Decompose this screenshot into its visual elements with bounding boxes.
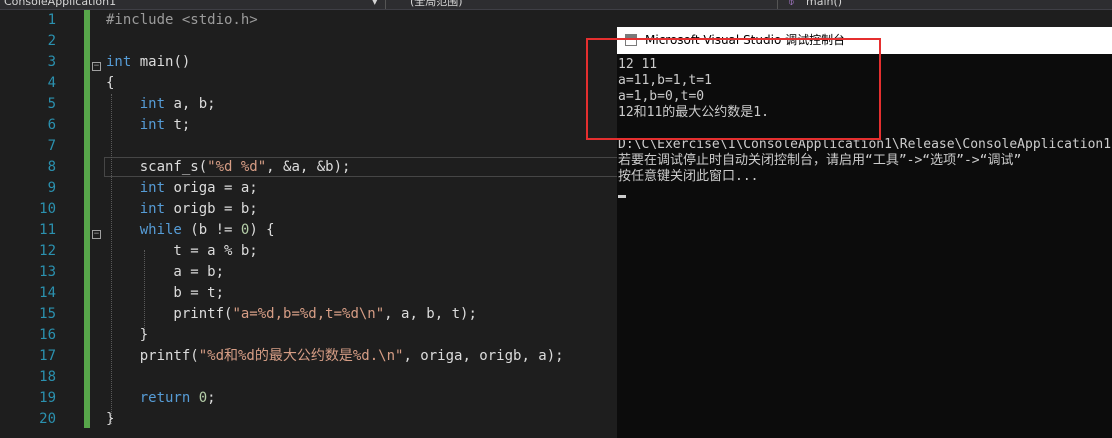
- code-text: printf("%d和%d的最大公约数是%d.\n", origa, origb…: [106, 348, 564, 364]
- line-number: 9: [47, 180, 56, 196]
- code-text: #include <stdio.h>: [106, 12, 258, 28]
- code-line[interactable]: 15 printf("a=%d,b=%d,t=%d\n", a, b, t);: [0, 304, 620, 325]
- line-number: 16: [39, 327, 56, 343]
- code-text: while (b != 0) {: [139, 222, 275, 238]
- nav-divider: [777, 0, 778, 9]
- code-text: int origb = b;: [139, 201, 258, 217]
- code-line[interactable]: 14 b = t;: [0, 283, 620, 304]
- code-line[interactable]: 18: [0, 367, 620, 388]
- chevron-down-icon[interactable]: ▾: [372, 0, 378, 9]
- code-text: {: [106, 75, 115, 91]
- line-number: 18: [39, 369, 56, 385]
- code-text: return 0;: [139, 390, 216, 406]
- code-text: t = a % b;: [106, 243, 258, 259]
- code-line[interactable]: 1 #include <stdio.h>: [0, 10, 620, 31]
- code-text: int t;: [139, 117, 191, 133]
- code-line[interactable]: 12 t = a % b;: [0, 241, 620, 262]
- member-dropdown[interactable]: main(): [806, 0, 842, 9]
- code-line[interactable]: 10 int origb = b;: [0, 199, 620, 220]
- code-text: }: [106, 411, 115, 427]
- line-number: 12: [39, 243, 56, 259]
- code-line[interactable]: 17 printf("%d和%d的最大公约数是%d.\n", origa, or…: [0, 346, 620, 367]
- line-number: 1: [47, 12, 56, 28]
- code-line[interactable]: 20}: [0, 409, 620, 430]
- scope-dropdown[interactable]: (全局范围): [410, 0, 463, 9]
- line-number: 4: [47, 75, 56, 91]
- code-line[interactable]: 19 return 0;: [0, 388, 620, 409]
- code-line[interactable]: 5 int a, b;: [0, 94, 620, 115]
- code-line[interactable]: 4{: [0, 73, 620, 94]
- navigation-bar: ConsoleApplication1 ▾ (全局范围) ⌽ main(): [0, 0, 1112, 10]
- code-text: int main(): [106, 54, 191, 70]
- line-number: 14: [39, 285, 56, 301]
- line-number: 5: [47, 96, 56, 112]
- console-output-line: 若要在调试停止时自动关闭控制台，请启用“工具”->“选项”->“调试”: [618, 153, 1022, 168]
- code-editor[interactable]: 1 #include <stdio.h> 2 3 int main() 4{5 int a…: [0, 10, 620, 438]
- line-number: 20: [39, 411, 56, 427]
- code-text: scanf_s("%d %d", &a, &b);: [106, 159, 351, 175]
- code-line[interactable]: 8 scanf_s("%d %d", &a, &b);: [0, 157, 620, 178]
- line-number: 8: [47, 159, 56, 175]
- code-text: a = b;: [106, 264, 225, 280]
- code-line[interactable]: 7: [0, 136, 620, 157]
- line-number: 19: [39, 390, 56, 406]
- line-number: 2: [47, 33, 56, 49]
- line-number: 10: [39, 201, 56, 217]
- line-number: 11: [39, 222, 56, 238]
- code-text: printf("a=%d,b=%d,t=%d\n", a, b, t);: [106, 306, 477, 322]
- function-icon: ⌽: [788, 0, 795, 8]
- code-text: int origa = a;: [139, 180, 258, 196]
- code-line[interactable]: 13 a = b;: [0, 262, 620, 283]
- highlight-box: [586, 38, 881, 140]
- collapse-while-toggle[interactable]: −: [92, 230, 101, 239]
- code-line[interactable]: 9 int origa = a;: [0, 178, 620, 199]
- code-line[interactable]: 2: [0, 31, 620, 52]
- line-number: 13: [39, 264, 56, 280]
- project-dropdown[interactable]: ConsoleApplication1: [4, 0, 116, 9]
- collapse-main-toggle[interactable]: −: [92, 62, 101, 71]
- nav-divider: [385, 0, 386, 9]
- line-number: 6: [47, 117, 56, 133]
- code-text: b = t;: [106, 285, 225, 301]
- code-text: int a, b;: [139, 96, 216, 112]
- console-cursor: [618, 195, 626, 198]
- line-number: 3: [47, 54, 56, 70]
- line-number: 17: [39, 348, 56, 364]
- console-output-line: 按任意键关闭此窗口...: [618, 169, 759, 184]
- code-line[interactable]: 6 int t;: [0, 115, 620, 136]
- code-line[interactable]: 16 }: [0, 325, 620, 346]
- line-number: 15: [39, 306, 56, 322]
- code-text: }: [106, 327, 149, 343]
- line-number: 7: [47, 138, 56, 154]
